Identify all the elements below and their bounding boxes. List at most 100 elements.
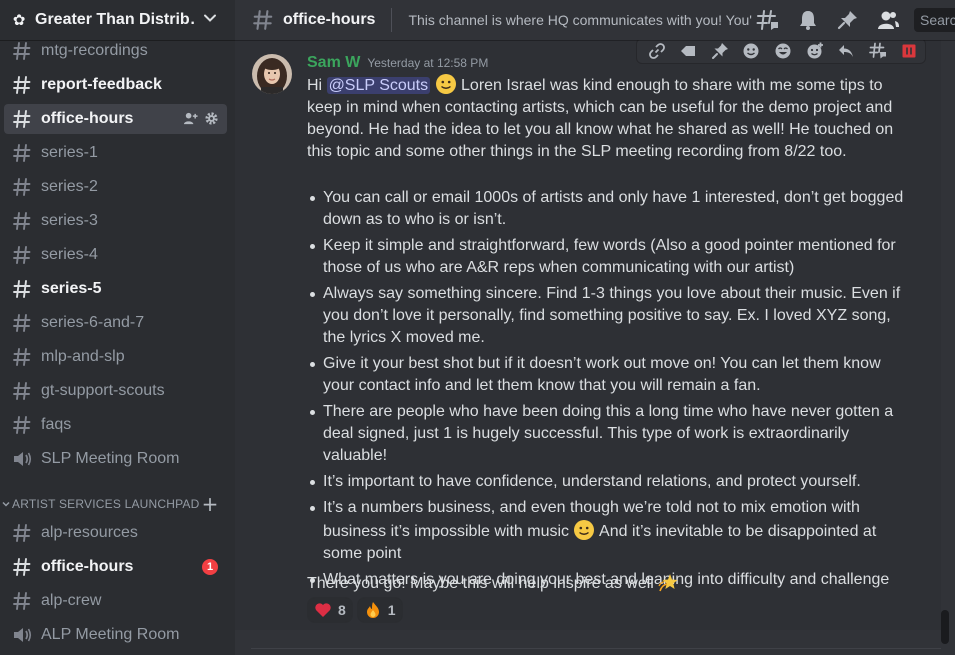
sidebar-item-office-hours[interactable]: office-hours [4,104,227,134]
list-item: Always say something sincere. Find 1-3 t… [307,283,907,349]
add-reaction-button[interactable] [799,39,831,63]
gear-icon[interactable] [204,111,219,126]
text-channel-icon [13,178,31,196]
text-channel-icon [13,382,31,400]
tips-list: You can call or email 1000s of artists a… [307,187,907,595]
sidebar-item-alp-office-hours[interactable]: office-hours 1 [4,552,227,582]
channel-label: faqs [41,416,72,433]
scrollbar-thumb[interactable] [941,610,949,644]
sidebar-item-gt-support-scouts[interactable]: gt-support-scouts [4,376,227,406]
text-channel-icon [13,42,31,60]
category-label: ARTIST SERVICES LAUNCHPAD [12,497,200,511]
channel-topic[interactable]: This channel is where HQ communicates wi… [408,12,752,28]
list-item: There are people who have been doing thi… [307,401,907,467]
composer-top-edge [251,648,941,655]
slightly-smiling-face-icon [574,520,595,540]
fire-icon [366,602,379,618]
list-item: It’s important to have confidence, under… [307,471,907,493]
server-header[interactable]: ✿ Greater Than Distrib… [0,0,235,40]
reaction-count: 8 [338,602,346,618]
text-channel-icon [13,280,31,298]
sidebar-item-series-3[interactable]: series-3 [4,206,227,236]
list-item: Keep it simple and straightforward, few … [307,235,907,279]
sidebar-item-series-4[interactable]: series-4 [4,240,227,270]
message-header: Sam W Yesterday at 12:58 PM [307,54,488,72]
intro-prefix: Hi [307,77,327,94]
reactions-bar: 8 1 [307,597,403,623]
channel-sidebar: ✿ Greater Than Distrib… mtg-recordings r… [0,0,235,655]
reaction-heart[interactable]: 8 [307,597,353,623]
sidebar-item-faqs[interactable]: faqs [4,410,227,440]
react-button-2[interactable] [767,39,799,63]
channel-tools [183,111,219,126]
reaction-count: 1 [387,602,396,618]
message-content: Hi @SLP Scouts Loren Israel was kind eno… [307,73,907,163]
channel-title: office-hours [283,11,376,28]
sidebar-item-alp-crew[interactable]: alp-crew [4,586,227,616]
channel-label: alp-resources [41,524,138,541]
closing-line: There you go! Maybe this will help inspi… [307,571,907,595]
threads-icon[interactable] [756,9,780,31]
text-channel-icon [253,10,273,30]
create-thread-button[interactable] [862,39,894,63]
create-channel-plus-icon[interactable]: + [201,494,219,514]
delete-message-button[interactable] [894,39,926,63]
category-artist-services-launchpad[interactable]: ARTIST SERVICES LAUNCHPAD + [0,494,235,514]
message-timestamp: Yesterday at 12:58 PM [367,56,489,70]
message-list: Sam W Yesterday at 12:58 PM Hi @SLP Scou… [235,38,955,655]
sidebar-item-alp-meeting-room[interactable]: ALP Meeting Room [4,620,227,650]
channel-label: series-4 [41,246,98,263]
message-actions-toolbar [636,38,926,64]
create-invite-icon[interactable] [183,111,198,126]
pin-icon[interactable] [836,9,860,31]
channel-label: mlp-and-slp [41,348,125,365]
channel-label: series-2 [41,178,98,195]
copy-link-button[interactable] [641,39,673,63]
role-mention[interactable]: @SLP Scouts [326,77,431,94]
mark-unread-button[interactable] [673,39,705,63]
sidebar-item-series-6-and-7[interactable]: series-6-and-7 [4,308,227,338]
member-list-icon[interactable] [876,9,900,31]
sidebar-item-alp-resources[interactable]: alp-resources [4,518,227,548]
emoji-grin-icon [775,43,791,59]
dizzy-star-icon [658,574,678,592]
sidebar-item-series-5[interactable]: series-5 [4,274,227,304]
header-divider [391,8,393,32]
sidebar-item-report-feedback[interactable]: report-feedback [4,70,227,100]
text-channel-icon [13,144,31,162]
sidebar-item-slp-meeting-room[interactable]: SLP Meeting Room [4,444,227,474]
channel-label: alp-crew [41,592,102,609]
channel-label: series-6-and-7 [41,314,145,331]
text-channel-icon [13,416,31,434]
chevron-down-icon [2,501,10,507]
flag-icon [681,46,696,56]
slightly-smiling-face-icon [435,74,456,94]
pin-message-button[interactable] [704,39,736,63]
mention-badge: 1 [202,559,218,575]
link-icon [648,43,665,59]
avatar[interactable] [252,54,292,94]
text-channel-icon [13,592,31,610]
sidebar-item-mtg-recordings[interactable]: mtg-recordings [4,36,227,66]
text-channel-icon [13,524,31,542]
text-channel-icon [13,314,31,332]
server-name: Greater Than Distrib… [35,11,195,28]
search-input[interactable]: Search [914,8,955,32]
voice-channel-icon [14,452,32,466]
reaction-fire[interactable]: 1 [356,597,403,623]
notification-bell-icon[interactable] [796,9,820,31]
list-item: It’s a numbers business, and even though… [307,497,907,565]
sidebar-item-mlp-and-slp[interactable]: mlp-and-slp [4,342,227,372]
add-reaction-icon [807,42,823,59]
message-author[interactable]: Sam W [307,54,360,72]
react-button-1[interactable] [736,39,768,63]
header-toolbar [756,9,900,31]
sidebar-item-series-2[interactable]: series-2 [4,172,227,202]
reply-button[interactable] [830,39,862,63]
sidebar-item-series-1[interactable]: series-1 [4,138,227,168]
channel-label: SLP Meeting Room [41,450,180,467]
red-heart-icon [315,603,331,617]
text-channel-icon [13,246,31,264]
thread-icon [868,42,886,59]
text-channel-icon [13,110,31,128]
